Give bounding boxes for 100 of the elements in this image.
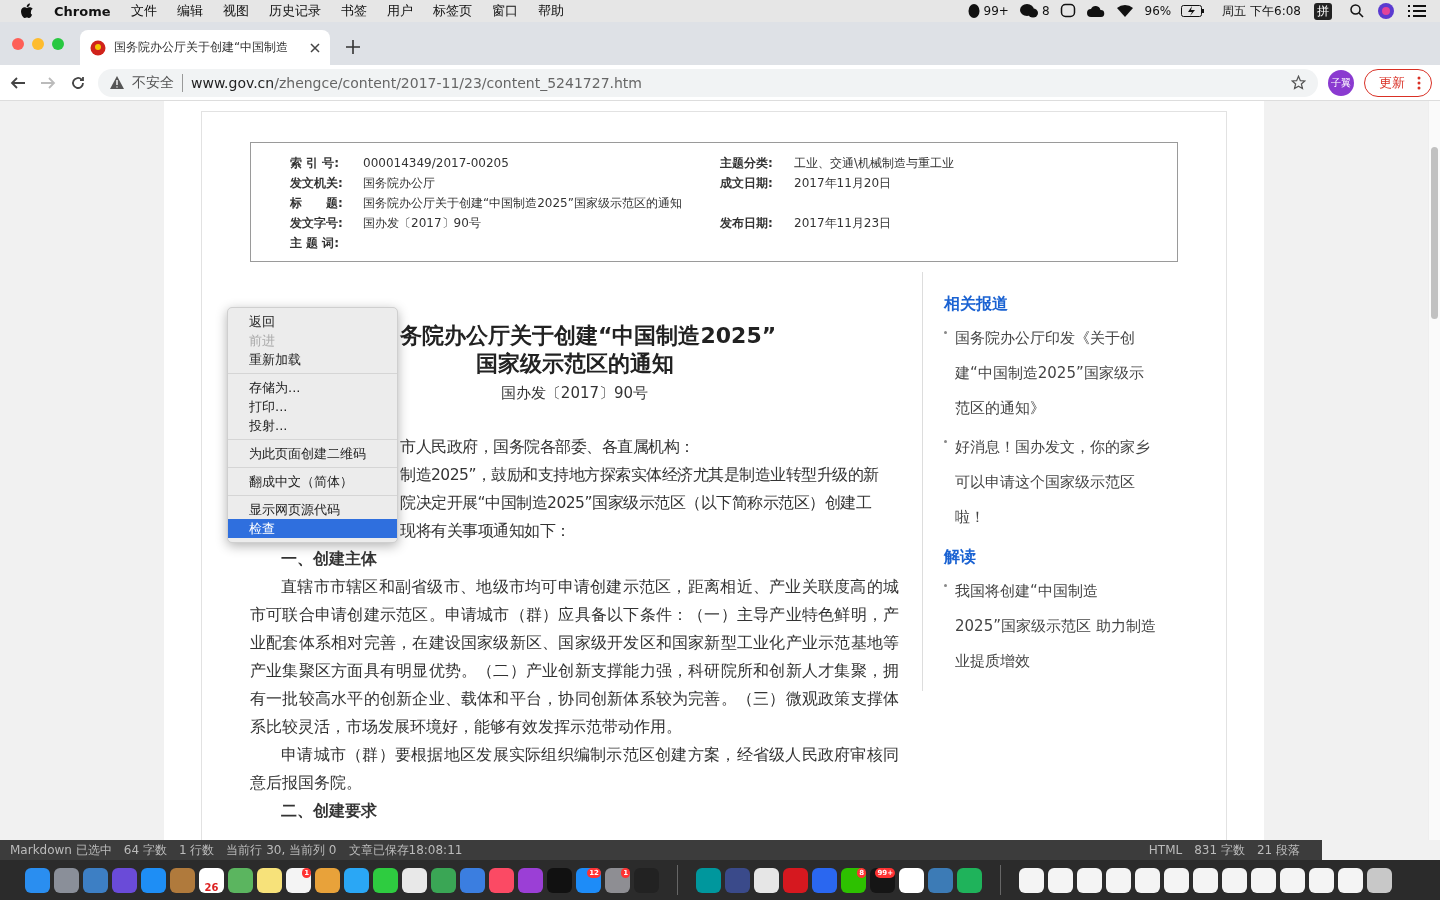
- article-title: 务院办公厅关于创建“中国制造2025”: [400, 322, 777, 350]
- status-text: 64 字数: [123, 841, 167, 859]
- menu-item[interactable]: 为此页面创建二维码: [228, 444, 397, 463]
- app-icon[interactable]: [1338, 867, 1363, 893]
- app-icon[interactable]: [315, 867, 340, 893]
- scrollbar[interactable]: [1428, 101, 1440, 840]
- menu-item[interactable]: 文件: [130, 2, 157, 20]
- app-icon[interactable]: [257, 867, 282, 893]
- new-tab-icon[interactable]: [346, 40, 360, 54]
- address-bar[interactable]: 不安全 www.gov.cn/zhengce/content/2017-11/23/content_5241727.htm: [98, 68, 1318, 97]
- orb-icon[interactable]: [1378, 3, 1394, 19]
- info-value: 国务院办公厅: [363, 175, 436, 191]
- chat-bubbles-icon[interactable]: [1018, 3, 1039, 19]
- list-icon[interactable]: [1408, 4, 1426, 18]
- paragraph: 院决定开展“中国制造2025”国家级示范区（以下简称示范区）创建工: [400, 493, 871, 514]
- app-icon[interactable]: [1251, 867, 1276, 893]
- app-icon[interactable]: [1222, 867, 1247, 893]
- menu-item[interactable]: 书签: [340, 2, 367, 20]
- info-value: 国务院办公厅关于创建“中国制造2025”国家级示范区的通知: [363, 195, 683, 211]
- bullet-icon: [944, 440, 947, 443]
- app-icon[interactable]: [1280, 867, 1305, 893]
- clock[interactable]: 周五 下午6:08: [1222, 2, 1301, 20]
- article-title: 国家级示范区的通知: [475, 350, 674, 378]
- menu-item[interactable]: 窗口: [491, 2, 518, 20]
- url-text: www.gov.cn/zhengce/content/2017-11/23/content_5241727.htm: [191, 74, 642, 91]
- sidebar-heading: 解读: [944, 547, 976, 568]
- menu-item[interactable]: 标签页: [432, 2, 472, 20]
- wifi-icon[interactable]: [1115, 4, 1134, 18]
- app-icon[interactable]: [402, 867, 427, 893]
- menu-item[interactable]: 返回: [228, 312, 397, 331]
- paragraph: 直辖市市辖区和副省级市、地级市均可申请创建示范区，距离相近、产业关联度高的城市可联合申请创建示范区。申请城市（群）应具备以下条件：（一）主导产业特色鲜明，产业配套体系相对完善，在建设国家级新区、国家级开发区和国家新型工业化产业示范基地等产业集聚区方面具有明显优势。（二）产业创新支撑能力强，科研院所和创新人才集聚，拥有一批较高水平的创新企业、载体和平台，协同创新体系较为完善。（三）微观政策支撑体系比较灵活，市场发展环境好，能够有效发挥示范带动作用。: [250, 577, 899, 738]
- battery-percent: 96%: [1144, 4, 1172, 18]
- apple-icon[interactable]: [20, 3, 34, 19]
- app-icon[interactable]: [1309, 867, 1334, 893]
- notification-count: 99+: [983, 4, 1009, 18]
- info-label: 主题分类:: [720, 155, 774, 171]
- paragraph: 制造2025”，鼓励和支持地方探索实体经济尤其是制造业转型升级的新: [400, 465, 879, 486]
- info-label: 发文字号:: [290, 215, 344, 231]
- menu-item[interactable]: 重新加载: [228, 350, 397, 369]
- menu-item[interactable]: 历史记录: [268, 2, 321, 20]
- info-value: 国办发〔2017〕90号: [363, 215, 482, 231]
- app-icon[interactable]: [754, 867, 779, 893]
- status-text: 21 段落: [1256, 841, 1300, 859]
- app-icon[interactable]: [1135, 867, 1160, 893]
- app-icon[interactable]: [899, 867, 924, 893]
- cloud-icon[interactable]: [1085, 4, 1106, 18]
- info-label: 索 引 号:: [290, 155, 341, 171]
- emblem-icon: [90, 39, 106, 56]
- status-text: 1 行数: [178, 841, 215, 859]
- section-heading: 二、创建要求: [280, 801, 377, 822]
- info-label: 发布日期:: [720, 215, 774, 231]
- related-link[interactable]: 我国将创建“中国制造2025”国家级示范区 助力制造业提质增效: [955, 574, 1156, 679]
- profile-avatar[interactable]: 子翼: [1328, 69, 1354, 96]
- app-icon[interactable]: [1193, 867, 1218, 893]
- app-icon[interactable]: [1367, 867, 1392, 893]
- app-icon[interactable]: 26: [199, 867, 224, 893]
- app-icon[interactable]: [1077, 867, 1102, 893]
- warning-icon: [110, 76, 124, 89]
- paragraph: 现将有关事项通知如下：: [400, 521, 571, 542]
- update-button[interactable]: 更新: [1364, 68, 1432, 97]
- browser-tab[interactable]: 国务院办公厅关于创建“中国制造: [80, 30, 330, 65]
- menu-item[interactable]: 视图: [222, 2, 249, 20]
- app-menu[interactable]: Chrome: [54, 3, 111, 19]
- paragraph: 申请城市（群）要根据地区发展实际组织编制示范区创建方案，经省级人民政府审核同意后报国务院。: [250, 745, 899, 794]
- battery-icon[interactable]: [1181, 5, 1206, 17]
- input-method[interactable]: 拼: [1314, 2, 1332, 20]
- status-text: HTML: [1148, 843, 1183, 857]
- status-text: 文章已保存18:08:11: [348, 841, 463, 859]
- status-text: Markdown 已选中: [10, 841, 112, 859]
- app-icon[interactable]: [1106, 867, 1131, 893]
- more-icon: [1417, 75, 1421, 90]
- menu-item[interactable]: 翻成中文（简体）: [228, 472, 397, 491]
- info-label: 成文日期:: [720, 175, 774, 191]
- app-icon[interactable]: [373, 867, 398, 893]
- related-link[interactable]: 国务院办公厅印发《关于创建“中国制造2025”国家级示范区的通知》: [955, 321, 1156, 426]
- menu-item[interactable]: 编辑: [176, 2, 203, 20]
- menu-item[interactable]: 存储为...: [228, 378, 397, 397]
- status-text: 831 字数: [1194, 841, 1245, 859]
- app-icon[interactable]: [1048, 867, 1073, 893]
- section-heading: 一、创建主体: [280, 549, 377, 570]
- app-icon[interactable]: [1164, 867, 1189, 893]
- close-icon[interactable]: [310, 42, 320, 53]
- search-icon[interactable]: [1350, 4, 1364, 18]
- bullet-icon: [944, 584, 947, 587]
- menu-item[interactable]: 打印...: [228, 397, 397, 416]
- related-link[interactable]: 好消息！国办发文，你的家乡可以申请这个国家级示范区啦！: [955, 430, 1156, 535]
- scroll-thumb[interactable]: [1431, 147, 1438, 319]
- info-value: 2017年11月23日: [794, 215, 893, 231]
- menu-item[interactable]: 用户: [386, 2, 413, 20]
- status-text: 当前行 30, 当前列 0: [226, 841, 337, 859]
- document-number: 国办发〔2017〕90号: [500, 384, 649, 403]
- security-label[interactable]: 不安全: [132, 73, 183, 92]
- menu-item[interactable]: 显示网页源代码: [228, 500, 397, 519]
- info-label: 标 题:: [290, 195, 344, 211]
- info-label: 主 题 词:: [290, 235, 341, 251]
- menu-item[interactable]: 帮助: [537, 2, 564, 20]
- menu-item[interactable]: 投射...: [228, 416, 397, 435]
- app-icon[interactable]: [1019, 867, 1044, 893]
- menu-item[interactable]: 检查: [228, 519, 397, 538]
- star-icon[interactable]: [1291, 75, 1306, 90]
